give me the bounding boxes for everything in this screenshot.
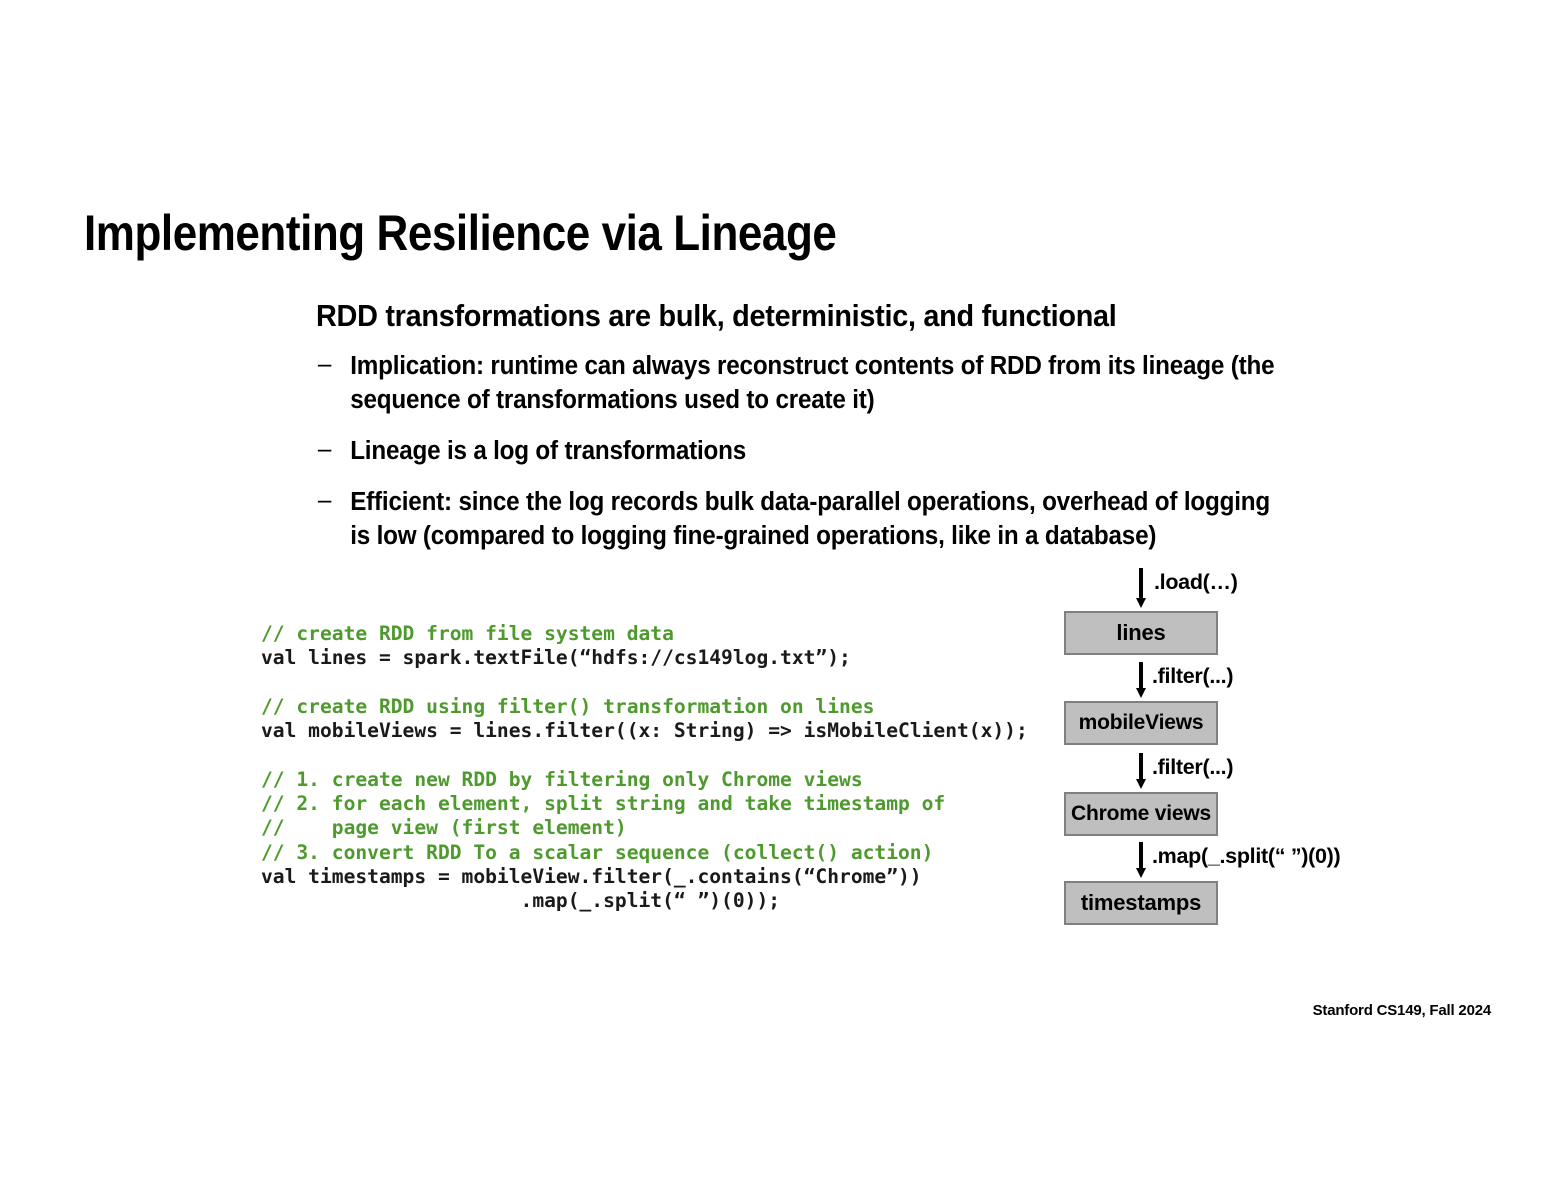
bullet-dash-icon: –	[317, 485, 332, 514]
code-line: val lines = spark.textFile(“hdfs://cs149…	[261, 646, 851, 670]
lineage-arrow-icon	[1136, 753, 1146, 789]
arrow-head	[1136, 779, 1146, 789]
code-comment-line: // create RDD using filter() transformat…	[261, 694, 875, 718]
bullet-item: – Efficient: since the log records bulk …	[316, 485, 1276, 554]
bullet-item: – Implication: runtime can always recons…	[316, 349, 1276, 418]
lineage-arrow-icon	[1136, 568, 1146, 608]
code-comment-line: // 2. for each element, split string and…	[261, 792, 946, 816]
code-comment-line: // page view (first element)	[261, 816, 627, 840]
bullet-text: Lineage is a log of transformations	[350, 436, 747, 465]
lineage-edge-label: .map(_.split(“ ”)(0))	[1152, 844, 1341, 868]
code-comment-line: // 3. convert RDD To a scalar sequence (…	[261, 840, 934, 864]
arrow-stem	[1139, 662, 1143, 689]
bullet-dash-icon: –	[317, 434, 332, 463]
slide-body: RDD transformations are bulk, determinis…	[316, 298, 1326, 554]
code-comment-line: // create RDD from file system data	[261, 622, 674, 645]
arrow-stem	[1139, 842, 1143, 869]
arrow-head	[1136, 598, 1146, 608]
lineage-edge-label: .load(…)	[1154, 570, 1238, 594]
lineage-edge-label: .filter(...)	[1152, 664, 1234, 688]
lineage-node-label: lines	[1116, 620, 1166, 645]
bullet-item: – Lineage is a log of transformations	[316, 434, 1276, 469]
code-line: val mobileViews = lines.filter((x: Strin…	[261, 719, 1028, 743]
lineage-node-label: mobileViews	[1078, 711, 1204, 734]
slide-footer: Stanford CS149, Fall 2024	[1312, 1002, 1492, 1019]
lineage-node: timestamps	[1064, 881, 1218, 925]
bullet-dash-icon: –	[317, 349, 332, 378]
lineage-edge-label: .filter(...)	[1152, 755, 1234, 779]
arrow-stem	[1139, 568, 1143, 599]
code-line: .map(_.split(“ ”)(0));	[261, 889, 781, 913]
bullet-text: Implication: runtime can always reconstr…	[350, 351, 1275, 415]
lineage-node-label: timestamps	[1080, 890, 1202, 915]
lineage-node: Chrome views	[1064, 792, 1218, 836]
code-comment-line: // 1. create new RDD by filtering only C…	[261, 767, 863, 791]
code-sample: // create RDD from file system data val l…	[261, 622, 1028, 914]
arrow-head	[1136, 868, 1146, 878]
lineage-node: lines	[1064, 611, 1218, 655]
bullet-text: Efficient: since the log records bulk da…	[350, 487, 1270, 551]
page-title: Implementing Resilience via Lineage	[84, 205, 837, 261]
lineage-diagram: .load(…) .filter(...) .filter(...) .map(_.s…	[1040, 560, 1380, 940]
slide-canvas: Implementing Resilience via Lineage RDD …	[0, 0, 1553, 1200]
lineage-arrow-icon	[1136, 662, 1146, 698]
arrow-head	[1136, 688, 1146, 698]
lineage-node-label: Chrome views	[1071, 802, 1211, 825]
subtitle: RDD transformations are bulk, determinis…	[316, 298, 1117, 333]
bullet-list: – Implication: runtime can always recons…	[316, 349, 1326, 554]
code-line: val timestamps = mobileView.filter(_.con…	[261, 864, 922, 888]
lineage-arrow-icon	[1136, 842, 1146, 878]
arrow-stem	[1139, 753, 1143, 780]
lineage-node: mobileViews	[1064, 701, 1218, 745]
